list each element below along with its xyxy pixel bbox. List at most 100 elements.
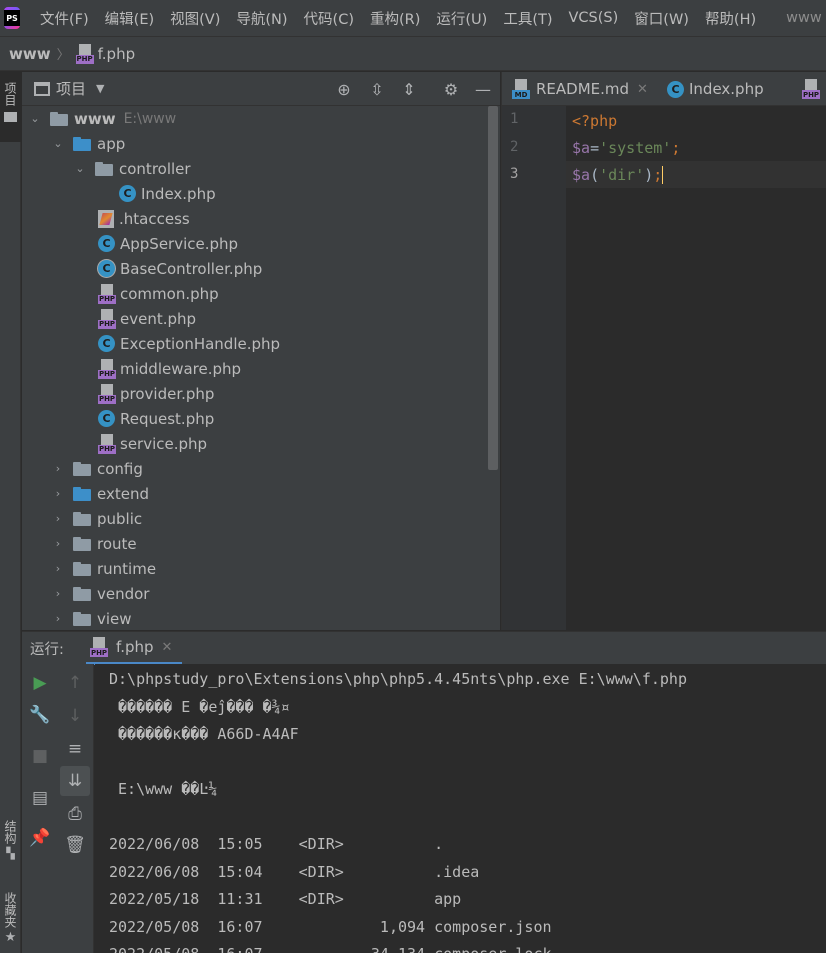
tree-row-public[interactable]: › public: [51, 506, 142, 531]
tree-label: AppService.php: [120, 234, 239, 253]
project-tool-button[interactable]: 项目: [0, 72, 21, 142]
project-tool-label: 项目: [3, 82, 17, 106]
project-scrollbar[interactable]: [488, 106, 498, 470]
tab-index-php[interactable]: C Index.php: [667, 72, 764, 106]
menu-vcs[interactable]: VCS(S): [561, 10, 627, 26]
chevron-right-icon[interactable]: ›: [51, 562, 65, 576]
gear-icon[interactable]: ⚙: [441, 79, 461, 99]
breadcrumb-root[interactable]: www: [9, 45, 51, 63]
chevron-down-icon[interactable]: ⌄: [73, 162, 87, 176]
structure-icon: ▚: [6, 847, 15, 860]
tree-row-index-php[interactable]: C Index.php: [119, 181, 216, 206]
close-icon[interactable]: ✕: [162, 640, 173, 655]
tree-row-htaccess[interactable]: .htaccess: [98, 206, 190, 231]
chevron-down-icon[interactable]: ⌄: [28, 112, 42, 126]
folder-icon: [73, 611, 91, 626]
menu-run[interactable]: 运行(U): [428, 8, 495, 29]
rerun-icon[interactable]: ▶: [28, 671, 52, 695]
console-line: 2022/06/08 15:04 <DIR> .idea: [109, 863, 480, 881]
pin-icon[interactable]: 📌: [28, 826, 52, 850]
run-console[interactable]: D:\phpstudy_pro\Extensions\php\php5.4.45…: [95, 664, 826, 953]
tree-label: www: [74, 109, 116, 128]
code-editor[interactable]: <?php $a ='system'; $a('dir');: [566, 106, 826, 630]
tab-overflow[interactable]: PHP: [802, 72, 824, 106]
chevron-down-icon[interactable]: ▼: [96, 82, 104, 95]
arrow-down-icon[interactable]: ↓: [63, 704, 87, 728]
layout-icon[interactable]: ▤: [28, 786, 52, 810]
tree-row-controller[interactable]: ⌄ controller: [73, 156, 190, 181]
chevron-down-icon[interactable]: ⌄: [51, 137, 65, 151]
app-logo[interactable]: PS: [4, 7, 20, 29]
tree-row-event[interactable]: PHP event.php: [98, 306, 196, 331]
favorites-tool-label: 收藏夹: [3, 892, 17, 928]
tree-row-basecontroller[interactable]: C BaseController.php: [98, 256, 262, 281]
folder-icon: [73, 586, 91, 601]
hide-icon[interactable]: —: [473, 79, 493, 99]
php-class-icon: C: [98, 235, 115, 252]
soft-wrap-icon[interactable]: ≡: [63, 737, 87, 761]
menu-window[interactable]: 窗口(W): [626, 8, 697, 29]
tree-row-www[interactable]: ⌄ www E:\www: [28, 106, 176, 131]
tree-label: service.php: [120, 434, 208, 453]
chevron-right-icon[interactable]: ›: [51, 487, 65, 501]
tree-row-appservice[interactable]: C AppService.php: [98, 231, 238, 256]
code-line-1: <?php: [572, 107, 617, 134]
text-caret: [662, 165, 664, 184]
php-file-icon: PHP: [98, 358, 116, 379]
structure-tool-button[interactable]: 结构 ▚: [0, 820, 21, 860]
print-icon[interactable]: ⎙: [63, 802, 87, 826]
chevron-right-icon[interactable]: ›: [51, 462, 65, 476]
locate-icon[interactable]: ⊕: [334, 79, 354, 99]
tree-label: view: [97, 609, 132, 628]
php-file-icon: PHP: [98, 383, 116, 404]
tree-row-exceptionhandle[interactable]: C ExceptionHandle.php: [98, 331, 280, 356]
menu-refactor[interactable]: 重构(R): [362, 8, 428, 29]
run-tab-label: f.php: [116, 638, 154, 656]
menu-navigate[interactable]: 导航(N): [228, 8, 295, 29]
tree-row-app[interactable]: ⌄ app: [51, 131, 125, 156]
stop-icon[interactable]: ■: [28, 744, 52, 768]
tree-row-service[interactable]: PHP service.php: [98, 431, 207, 456]
menu-edit[interactable]: 编辑(E): [97, 8, 162, 29]
tree-row-middleware[interactable]: PHP middleware.php: [98, 356, 241, 381]
tree-row-config[interactable]: › config: [51, 456, 143, 481]
wrench-icon[interactable]: 🔧: [28, 703, 52, 727]
project-panel-title[interactable]: 项目: [56, 78, 86, 99]
tree-row-extend[interactable]: › extend: [51, 481, 149, 506]
tree-row-provider[interactable]: PHP provider.php: [98, 381, 214, 406]
run-tab-f-php[interactable]: PHP f.php ✕: [86, 632, 183, 665]
breadcrumb-file[interactable]: f.php: [98, 45, 136, 63]
tree-row-view[interactable]: › view: [51, 606, 132, 631]
menu-bar: PS 文件(F) 编辑(E) 视图(V) 导航(N) 代码(C) 重构(R) 运…: [0, 0, 826, 36]
scroll-to-end-icon[interactable]: ⇊: [60, 766, 90, 796]
project-panel: 项目 ▼ ⊕ ⇳ ⇕ ⚙ — ⌄ www E:\www ⌄ app ⌄ cont…: [22, 72, 500, 630]
chevron-right-icon[interactable]: ›: [51, 537, 65, 551]
console-line: 2022/05/18 11:31 <DIR> app: [109, 890, 462, 908]
expand-all-icon[interactable]: ⇳: [367, 79, 387, 99]
php-file-icon: PHP: [98, 283, 116, 304]
tree-row-runtime[interactable]: › runtime: [51, 556, 156, 581]
tab-readme[interactable]: MD README.md ✕: [512, 72, 648, 106]
chevron-right-icon[interactable]: ›: [51, 612, 65, 626]
menu-file[interactable]: 文件(F): [32, 8, 97, 29]
tree-row-vendor[interactable]: › vendor: [51, 581, 150, 606]
menu-tools[interactable]: 工具(T): [495, 8, 560, 29]
console-line: 2022/05/08 16:07 1,094 composer.json: [109, 918, 552, 936]
arrow-up-icon[interactable]: ↑: [63, 671, 87, 695]
folder-icon: [73, 136, 91, 151]
menu-code[interactable]: 代码(C): [296, 8, 362, 29]
php-class-icon: C: [119, 185, 136, 202]
php-class-icon: C: [667, 80, 684, 98]
tree-row-request[interactable]: C Request.php: [98, 406, 214, 431]
trash-icon[interactable]: 🗑: [63, 833, 87, 857]
folder-icon: [73, 486, 91, 501]
chevron-right-icon[interactable]: ›: [51, 587, 65, 601]
collapse-all-icon[interactable]: ⇕: [399, 79, 419, 99]
close-icon[interactable]: ✕: [637, 82, 648, 97]
menu-view[interactable]: 视图(V): [162, 8, 228, 29]
tree-row-route[interactable]: › route: [51, 531, 137, 556]
chevron-right-icon[interactable]: ›: [51, 512, 65, 526]
menu-help[interactable]: 帮助(H): [697, 8, 764, 29]
favorites-tool-button[interactable]: 收藏夹 ★: [0, 892, 21, 945]
tree-row-common[interactable]: PHP common.php: [98, 281, 219, 306]
